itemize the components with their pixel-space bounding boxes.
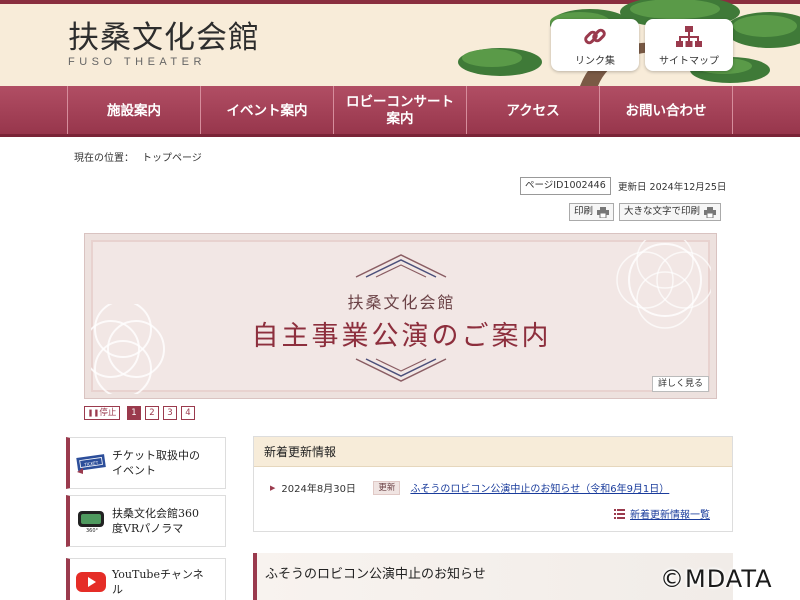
sitemap-icon bbox=[676, 26, 702, 47]
sitemap-button[interactable]: サイトマップ bbox=[645, 19, 733, 71]
nav-item-label: アクセス bbox=[506, 102, 560, 119]
large-print-button[interactable]: 大きな文字で印刷 bbox=[619, 203, 722, 221]
large-print-button-label: 大きな文字で印刷 bbox=[624, 206, 701, 217]
banner-more-button[interactable]: 詳しく見る bbox=[652, 376, 710, 392]
hero-banner[interactable]: 扶桑文化会館 自主事業公演のご案内 bbox=[84, 233, 717, 399]
links-button[interactable]: リンク集 bbox=[551, 19, 639, 71]
slider-page-3[interactable]: 3 bbox=[163, 406, 177, 420]
list-icon bbox=[614, 508, 625, 519]
site-header: 扶桑文化会館 FUSO THEATER リンク集 サイトマップ bbox=[0, 0, 800, 86]
updated-date: 更新日 2024年12月25日 bbox=[618, 182, 727, 193]
banner-subtitle: 扶桑文化会館 bbox=[347, 293, 456, 312]
youtube-icon bbox=[70, 571, 112, 593]
news-more-link[interactable]: 新着更新情報一覧 bbox=[614, 506, 710, 521]
svg-text:360°: 360° bbox=[86, 528, 99, 534]
nav-item-label: 施設案内 bbox=[107, 102, 161, 119]
banner-ornament-bottom bbox=[355, 358, 447, 382]
nav-item-contact[interactable]: お問い合わせ bbox=[600, 86, 733, 136]
nav-item-facilities[interactable]: 施設案内 bbox=[68, 86, 201, 136]
nav-item-label: ロビーコンサート 案内 bbox=[346, 94, 454, 127]
printer-icon bbox=[597, 206, 610, 218]
breadcrumb-label: 現在の位置： bbox=[74, 153, 134, 164]
side-link-label: 扶桑文化会館360 度VRパノラマ bbox=[112, 507, 199, 535]
news-more-label: 新着更新情報一覧 bbox=[630, 510, 710, 521]
news-badge: 更新 bbox=[373, 480, 401, 495]
banner-title: 自主事業公演のご案内 bbox=[251, 321, 552, 352]
print-button-label: 印刷 bbox=[574, 206, 594, 217]
slider-page-4[interactable]: 4 bbox=[181, 406, 195, 420]
breadcrumb-current: トップページ bbox=[142, 153, 202, 164]
print-button[interactable]: 印刷 bbox=[569, 203, 615, 221]
watermark: ©MDATA bbox=[660, 565, 773, 593]
nav-item-events[interactable]: イベント案内 bbox=[201, 86, 334, 136]
nav-item-label: イベント案内 bbox=[226, 102, 308, 119]
logo-subtitle: FUSO THEATER bbox=[68, 56, 206, 68]
breadcrumb: 現在の位置： トップページ bbox=[74, 149, 202, 164]
pause-icon: ❚❚ bbox=[87, 409, 100, 417]
nav-item-label: お問い合わせ bbox=[625, 102, 707, 119]
printer-icon bbox=[704, 206, 717, 218]
triangle-bullet-icon: ▶ bbox=[270, 483, 276, 492]
news-date: 2024年8月30日 bbox=[281, 484, 356, 495]
side-link-label: YouTubeチャンネ ル bbox=[112, 568, 204, 596]
ticket-icon: TICKET bbox=[70, 450, 112, 476]
side-link-vr-panorama[interactable]: 360° 扶桑文化会館360 度VRパノラマ bbox=[66, 495, 226, 547]
vr-goggles-icon: 360° bbox=[70, 508, 112, 534]
slider-page-2[interactable]: 2 bbox=[145, 406, 159, 420]
side-link-tickets[interactable]: TICKET チケット取扱中の イベント bbox=[66, 437, 226, 489]
nav-bottom-line bbox=[0, 134, 800, 137]
site-logo[interactable]: 扶桑文化会館 FUSO THEATER bbox=[68, 20, 260, 68]
nav-item-lobby-concert[interactable]: ロビーコンサート 案内 bbox=[334, 86, 467, 136]
slider-page-1[interactable]: 1 bbox=[127, 406, 141, 420]
banner-ornament-top bbox=[355, 254, 447, 278]
news-link[interactable]: ふそうのロビコン公演中止のお知らせ（令和6年9月1日） bbox=[410, 480, 669, 495]
news-heading: 新着更新情報 bbox=[254, 437, 732, 467]
side-link-label: チケット取扱中の イベント bbox=[112, 449, 200, 477]
logo-title: 扶桑文化会館 bbox=[68, 20, 260, 56]
links-button-label: リンク集 bbox=[575, 56, 615, 67]
nav-item-access[interactable]: アクセス bbox=[467, 86, 600, 136]
link-chain-icon bbox=[584, 28, 606, 45]
side-link-youtube[interactable]: YouTubeチャンネ ル bbox=[66, 558, 226, 600]
news-panel: 新着更新情報 ▶ 2024年8月30日 更新 ふそうのロビコン公演中止のお知らせ… bbox=[253, 436, 733, 532]
global-nav: 施設案内 イベント案内 ロビーコンサート 案内 アクセス お問い合わせ bbox=[0, 86, 800, 136]
slider-stop-label: 停止 bbox=[99, 408, 117, 418]
page-id: ページID1002446 bbox=[520, 177, 611, 195]
news-item: ▶ 2024年8月30日 更新 ふそうのロビコン公演中止のお知らせ（令和6年9月… bbox=[270, 480, 669, 495]
sitemap-button-label: サイトマップ bbox=[659, 56, 719, 67]
page: 扶桑文化会館 FUSO THEATER リンク集 サイトマップ 施設案内 イベン… bbox=[0, 0, 800, 600]
slider-stop-button[interactable]: ❚❚停止 bbox=[84, 406, 120, 420]
